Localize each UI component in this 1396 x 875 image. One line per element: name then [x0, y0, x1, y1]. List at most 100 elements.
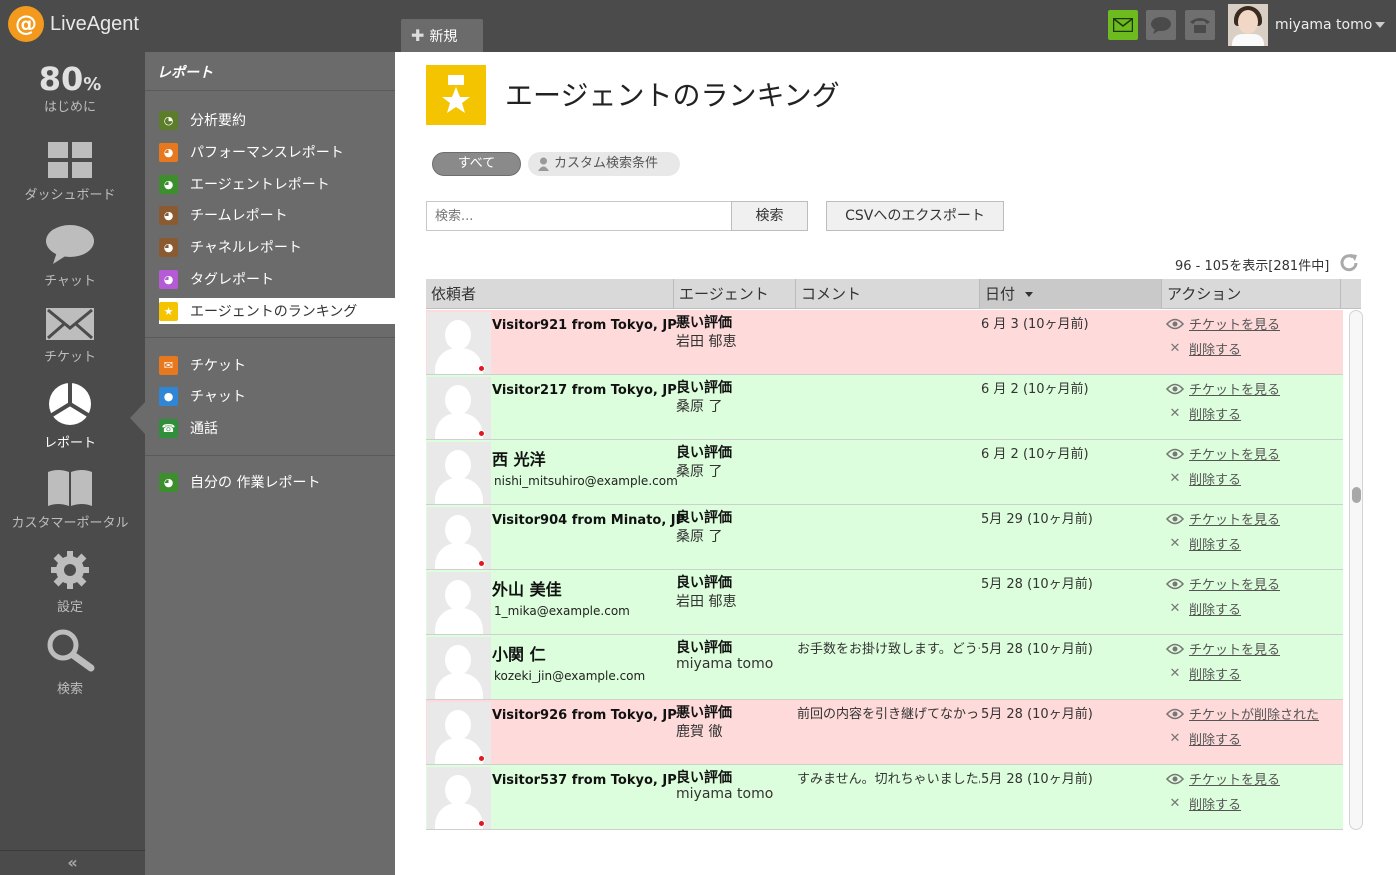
nav-reports[interactable]: レポート	[0, 382, 140, 451]
submenu-chat[interactable]: ● チャット	[159, 383, 395, 409]
column-date[interactable]: 日付	[980, 279, 1162, 309]
user-avatar[interactable]	[1228, 4, 1268, 46]
requester-name: 西 光洋	[492, 450, 546, 469]
view-ticket-link[interactable]: チケットを見る	[1166, 379, 1280, 398]
delete-link[interactable]: ✕ 削除する	[1166, 469, 1241, 488]
date-text: 5月 28 (10ヶ月前)	[981, 707, 1093, 722]
submenu-channel-report[interactable]: ◕ チャネルレポート	[159, 234, 395, 260]
requester-email: nishi_mitsuhiro@example.com	[494, 474, 678, 488]
rating-label: 良い評価	[676, 575, 732, 591]
table-row[interactable]: 外山 美佳 1_mika@example.com 良い評価 岩田 郁恵 5月 28 (1…	[426, 570, 1343, 635]
view-ticket-link[interactable]: チケットを見る	[1166, 574, 1280, 593]
view-ticket-link[interactable]: チケットを見る	[1166, 444, 1280, 463]
avatar-placeholder-icon	[427, 767, 491, 829]
submenu-tickets[interactable]: ✉ チケット	[159, 352, 395, 378]
requester-name: Visitor537 from Tokyo, JP	[492, 773, 677, 788]
filter-all-button[interactable]: すべて	[432, 152, 521, 176]
rating-label: 悪い評価	[676, 705, 732, 721]
rating-label: 良い評価	[676, 770, 732, 786]
phone-status-icon[interactable]	[1185, 10, 1215, 40]
table-row[interactable]: Visitor904 from Minato, JP 良い評価桑原 了 5月 29 …	[426, 505, 1343, 570]
offline-status-dot	[478, 365, 485, 372]
date-text: 5月 29 (10ヶ月前)	[981, 512, 1093, 527]
delete-link[interactable]: ✕ 削除する	[1166, 794, 1241, 813]
eye-icon	[1166, 708, 1184, 719]
rating-label: 良い評価	[676, 510, 732, 526]
liveagent-logo[interactable]: @ LiveAgent	[8, 6, 139, 42]
requester-name: Visitor217 from Tokyo, JP	[492, 383, 677, 398]
offline-status-dot	[478, 820, 485, 827]
tag-report-icon: ◕	[159, 269, 178, 289]
chat-status-icon[interactable]	[1146, 10, 1176, 40]
refresh-icon[interactable]	[1338, 252, 1360, 274]
nav-chat[interactable]: チャット	[0, 224, 140, 289]
new-tab-button[interactable]: ✚ 新規	[401, 19, 483, 52]
submenu-performance-report[interactable]: ◕ パフォーマンスレポート	[159, 139, 395, 165]
eye-icon	[1166, 643, 1184, 654]
date-text: 5月 28 (10ヶ月前)	[981, 642, 1093, 657]
top-bar: @ LiveAgent ✚ 新規 miyama tomo	[0, 0, 1396, 52]
offline-status-dot	[478, 755, 485, 762]
submenu-team-report[interactable]: ◕ チームレポート	[159, 202, 395, 228]
requester-name: Visitor904 from Minato, JP	[492, 513, 686, 528]
table-row[interactable]: Visitor921 from Tokyo, JP 悪い評価 岩田 郁恵 6 月 3 …	[426, 310, 1343, 375]
user-name[interactable]: miyama tomo	[1275, 17, 1372, 33]
table-row[interactable]: Visitor217 from Tokyo, JP 良い評価 桑原 了 6 月 2 (…	[426, 375, 1343, 440]
view-ticket-link[interactable]: チケットが削除された	[1166, 704, 1319, 723]
nav-settings[interactable]: 設定	[0, 550, 140, 615]
avatar-placeholder-icon	[427, 442, 491, 504]
view-ticket-link[interactable]: チケットを見る	[1166, 769, 1280, 788]
search-input[interactable]	[426, 201, 732, 231]
nav-customer-portal[interactable]: カスタマーポータル	[0, 468, 140, 531]
submenu-calls[interactable]: ☎ 通話	[159, 415, 395, 441]
dashboard-icon	[48, 142, 92, 178]
column-requester[interactable]: 依頼者	[426, 279, 674, 309]
nav-dashboard[interactable]: ダッシュボード	[0, 142, 140, 203]
eye-icon	[1166, 578, 1184, 589]
search-button[interactable]: 検索	[731, 201, 808, 231]
submenu-tag-report[interactable]: ◕ タグレポート	[159, 266, 395, 292]
nav-search[interactable]: 検索	[0, 628, 140, 697]
performance-icon: ◕	[159, 142, 178, 162]
phone-icon: ☎	[159, 418, 178, 438]
agent-name: 岩田 郁恵	[676, 334, 737, 350]
user-dropdown-icon[interactable]	[1375, 22, 1385, 28]
view-ticket-link[interactable]: チケットを見る	[1166, 639, 1280, 658]
column-comment[interactable]: コメント	[796, 279, 980, 309]
getting-started-progress[interactable]: 80% はじめに	[0, 60, 140, 115]
view-ticket-link[interactable]: チケットを見る	[1166, 314, 1280, 333]
delete-link[interactable]: ✕ 削除する	[1166, 339, 1241, 358]
vertical-scrollbar[interactable]	[1349, 310, 1363, 830]
delete-link[interactable]: ✕ 削除する	[1166, 534, 1241, 553]
delete-x-icon: ✕	[1169, 601, 1181, 616]
column-agent[interactable]: エージェント	[674, 279, 796, 309]
table-row[interactable]: Visitor926 from Tokyo, JP 悪い評価 鹿賀 徹 前回の内容を引…	[426, 700, 1343, 765]
view-ticket-link[interactable]: チケットを見る	[1166, 509, 1280, 528]
table-row[interactable]: 小関 仁 kozeki_jin@example.com 良い評価 miyama tom…	[426, 635, 1343, 700]
agent-name: 桑原 了	[676, 529, 723, 545]
table-body: Visitor921 from Tokyo, JP 悪い評価 岩田 郁恵 6 月 3 …	[426, 310, 1343, 830]
delete-link[interactable]: ✕ 削除する	[1166, 729, 1241, 748]
csv-export-button[interactable]: CSVへのエクスポート	[826, 201, 1004, 231]
submenu-my-work-report[interactable]: ◕ 自分の 作業レポート	[159, 469, 395, 495]
envelope-icon	[46, 308, 94, 340]
submenu-title: レポート	[157, 65, 213, 81]
nav-tickets[interactable]: チケット	[0, 308, 140, 365]
table-row[interactable]: 西 光洋 nishi_mitsuhiro@example.com 良い評価 桑原 了 6…	[426, 440, 1343, 505]
delete-link[interactable]: ✕ 削除する	[1166, 664, 1241, 683]
avatar-placeholder-icon	[427, 507, 491, 569]
delete-link[interactable]: ✕ 削除する	[1166, 404, 1241, 423]
table-row[interactable]: Visitor537 from Tokyo, JP 良い評価 miyama tomo…	[426, 765, 1343, 830]
delete-link[interactable]: ✕ 削除する	[1166, 599, 1241, 618]
ranking-icon: ★	[159, 301, 178, 321]
submenu-analysis-summary[interactable]: ◔ 分析要約	[159, 107, 395, 133]
agent-name: miyama tomo	[676, 786, 774, 802]
submenu-agent-ranking[interactable]: ★ エージェントのランキング	[159, 298, 395, 324]
delete-x-icon: ✕	[1169, 536, 1181, 551]
scrollbar-thumb[interactable]	[1352, 487, 1361, 503]
my-report-icon: ◕	[159, 472, 178, 492]
collapse-sidebar-button[interactable]: «	[0, 850, 145, 875]
filter-custom-button[interactable]: カスタム検索条件	[528, 152, 680, 176]
email-status-icon[interactable]	[1108, 10, 1138, 40]
submenu-agent-report[interactable]: ◕ エージェントレポート	[159, 171, 395, 197]
